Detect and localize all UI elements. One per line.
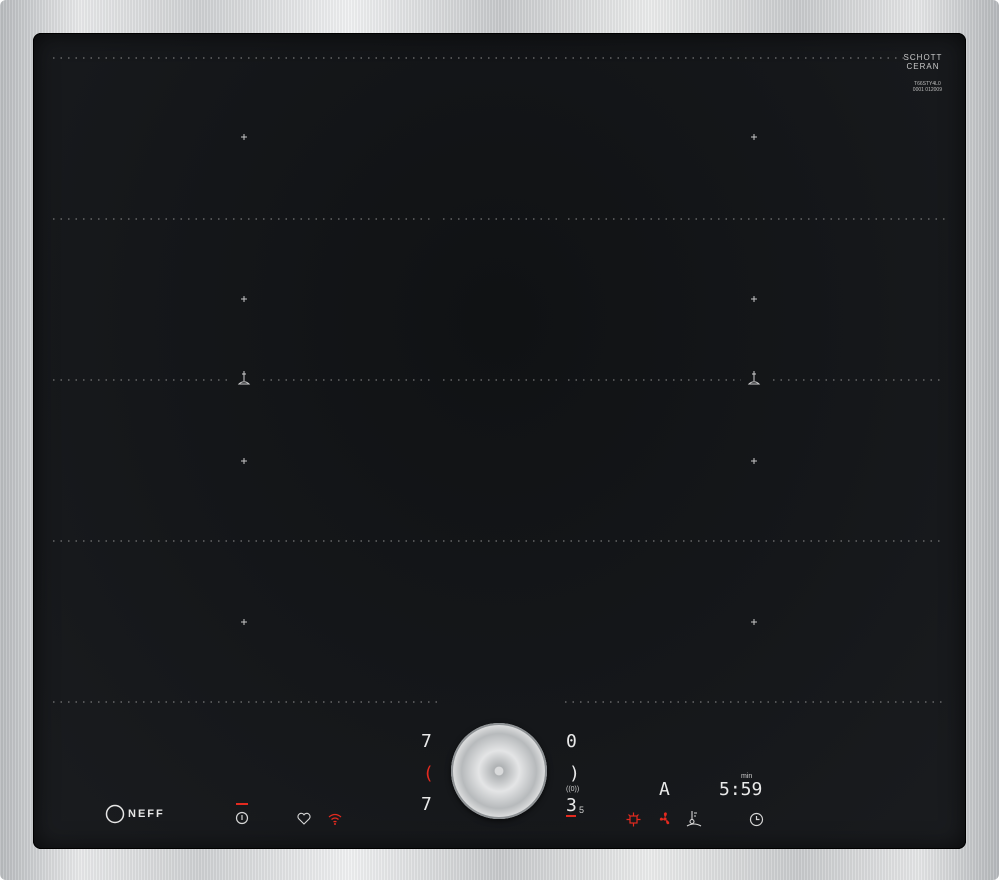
twist-pad-knob[interactable] [451, 723, 547, 819]
right-zone-decimal: 5 [579, 805, 585, 815]
neff-emblem-icon [105, 804, 125, 824]
power-icon[interactable] [235, 811, 249, 825]
fan-icon[interactable] [657, 811, 673, 827]
right-zone-top-level[interactable]: 0 [566, 733, 577, 751]
ceramic-glass-surface: SCHOTT CERAN T66STY4L0 0001 012009 7 ( 7… [33, 33, 966, 849]
mode-display: A [659, 779, 670, 800]
right-zone-boost-label: ((0)) [566, 786, 580, 793]
left-zone-top-level[interactable]: 7 [421, 733, 432, 751]
neff-logo: NEFF [105, 800, 165, 828]
ceran-label: CERAN [906, 62, 940, 71]
flex-zone-icon[interactable] [626, 812, 641, 827]
timer-display: 5:59 [719, 779, 763, 800]
schott-label: SCHOTT [903, 53, 943, 62]
serial-label: 0001 012009 [912, 87, 942, 93]
wifi-icon[interactable] [327, 812, 343, 826]
heart-icon[interactable] [297, 812, 311, 825]
right-zone-bottom-level[interactable]: 3 [566, 797, 577, 815]
power-active-bar [236, 803, 248, 805]
left-zone-bottom-level[interactable]: 7 [421, 796, 432, 814]
probe-marks [237, 371, 761, 385]
right-zone-indicator[interactable]: ) [569, 765, 580, 783]
right-zone-active-bar [566, 815, 576, 817]
clock-icon[interactable] [749, 812, 764, 827]
schott-ceran-logo: SCHOTT CERAN [898, 53, 948, 71]
neff-wordmark: NEFF [128, 808, 165, 820]
model-number: T66STY4L0 0001 012009 [913, 81, 942, 93]
left-zone-indicator[interactable]: ( [423, 765, 434, 783]
thermometer-icon[interactable] [686, 809, 702, 827]
